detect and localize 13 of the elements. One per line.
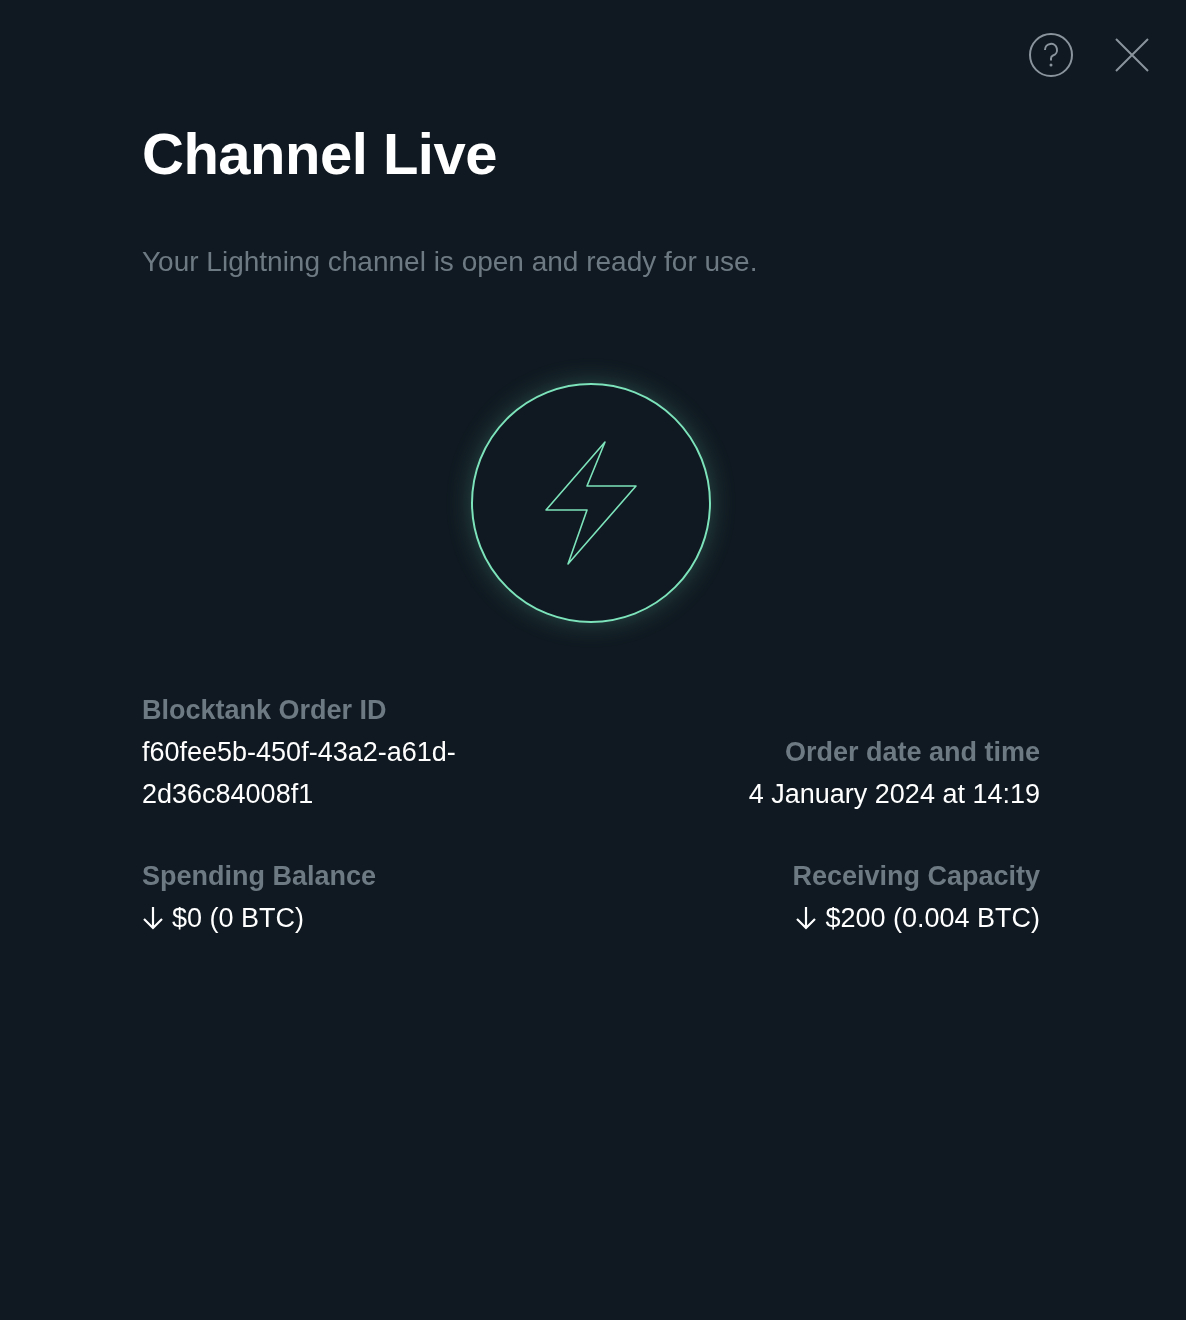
page-title: Channel Live [142,120,498,183]
help-icon[interactable] [1028,32,1074,78]
detail-value: $0 (0 BTC) [172,901,305,935]
lightning-bolt-icon [544,439,638,566]
detail-value: f60fee5b-450f-43a2-a61d-2d36c84008f1 [142,735,457,811]
detail-value: $200 (0.004 BTC) [825,901,1040,935]
detail-label: Spending Balance [142,859,377,893]
detail-label: Blocktank Order ID [142,693,388,727]
detail-value: 4 January 2024 at 14:19 [748,777,1040,811]
subtitle: Your Lightning channel is open and ready for use. [142,245,759,279]
detail-label: Order date and time [783,735,1040,769]
detail-label: Receiving Capacity [792,859,1040,893]
close-icon[interactable] [1114,37,1150,73]
